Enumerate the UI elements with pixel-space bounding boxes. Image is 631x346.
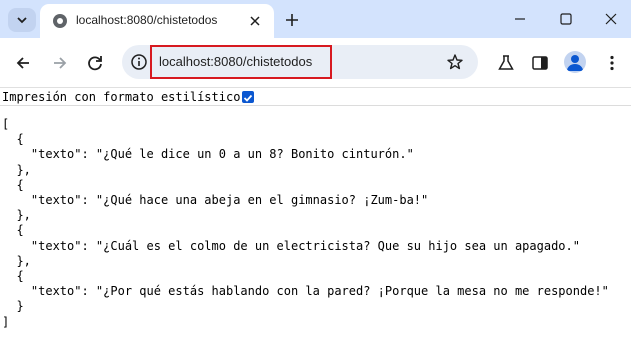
tab-strip: localhost:8080/chistetodos — [0, 0, 631, 38]
json-line: "texto": "¿Cuál es el colmo de un electr… — [2, 238, 580, 253]
plus-icon[interactable] — [283, 11, 301, 29]
pretty-print-label: Impresión con formato estilístico — [2, 90, 241, 104]
json-line: } — [2, 299, 24, 314]
json-line: "texto": "¿Qué hace una abeja en el gimn… — [2, 193, 429, 208]
flask-icon[interactable] — [496, 53, 516, 73]
checkmark-icon — [243, 94, 253, 102]
json-line: { — [2, 269, 24, 284]
url-text[interactable]: localhost:8080/chistetodos — [159, 54, 312, 69]
address-bar[interactable]: localhost:8080/chistetodos — [122, 45, 478, 79]
reload-icon[interactable] — [85, 53, 105, 73]
tab-active[interactable]: localhost:8080/chistetodos — [40, 4, 274, 38]
globe-icon — [53, 14, 67, 28]
info-icon[interactable] — [130, 53, 148, 71]
maximize-icon[interactable] — [558, 11, 574, 27]
json-content: [ { "texto": "¿Qué le dice un 0 a un 8? … — [2, 117, 609, 330]
json-line: }, — [2, 208, 31, 223]
json-line: { — [2, 132, 24, 147]
arrow-right-icon[interactable] — [50, 53, 70, 73]
side-panel-icon[interactable] — [530, 53, 550, 73]
json-line: }, — [2, 253, 31, 268]
browser-toolbar: localhost:8080/chistetodos — [0, 38, 631, 88]
close-icon[interactable] — [248, 14, 262, 28]
tab-title: localhost:8080/chistetodos — [76, 13, 218, 27]
pretty-print-bar: Impresión con formato estilístico — [0, 88, 631, 106]
chevron-down-icon — [17, 17, 27, 24]
kebab-menu-icon[interactable] — [602, 53, 622, 73]
close-window-icon[interactable] — [603, 11, 619, 27]
minimize-icon[interactable] — [512, 11, 528, 27]
json-line: [ — [2, 117, 10, 131]
json-line: { — [2, 177, 24, 192]
tab-search-button[interactable] — [8, 8, 36, 32]
json-line: ] — [2, 314, 10, 329]
json-line: "texto": "¿Por qué estás hablando con la… — [2, 284, 609, 299]
avatar-icon[interactable] — [564, 51, 586, 73]
pretty-print-checkbox[interactable] — [242, 91, 254, 103]
json-line: }, — [2, 162, 31, 177]
json-line: "texto": "¿Qué le dice un 0 a un 8? Boni… — [2, 147, 414, 162]
arrow-left-icon[interactable] — [13, 53, 33, 73]
json-line: { — [2, 223, 24, 238]
star-icon[interactable] — [446, 53, 464, 71]
